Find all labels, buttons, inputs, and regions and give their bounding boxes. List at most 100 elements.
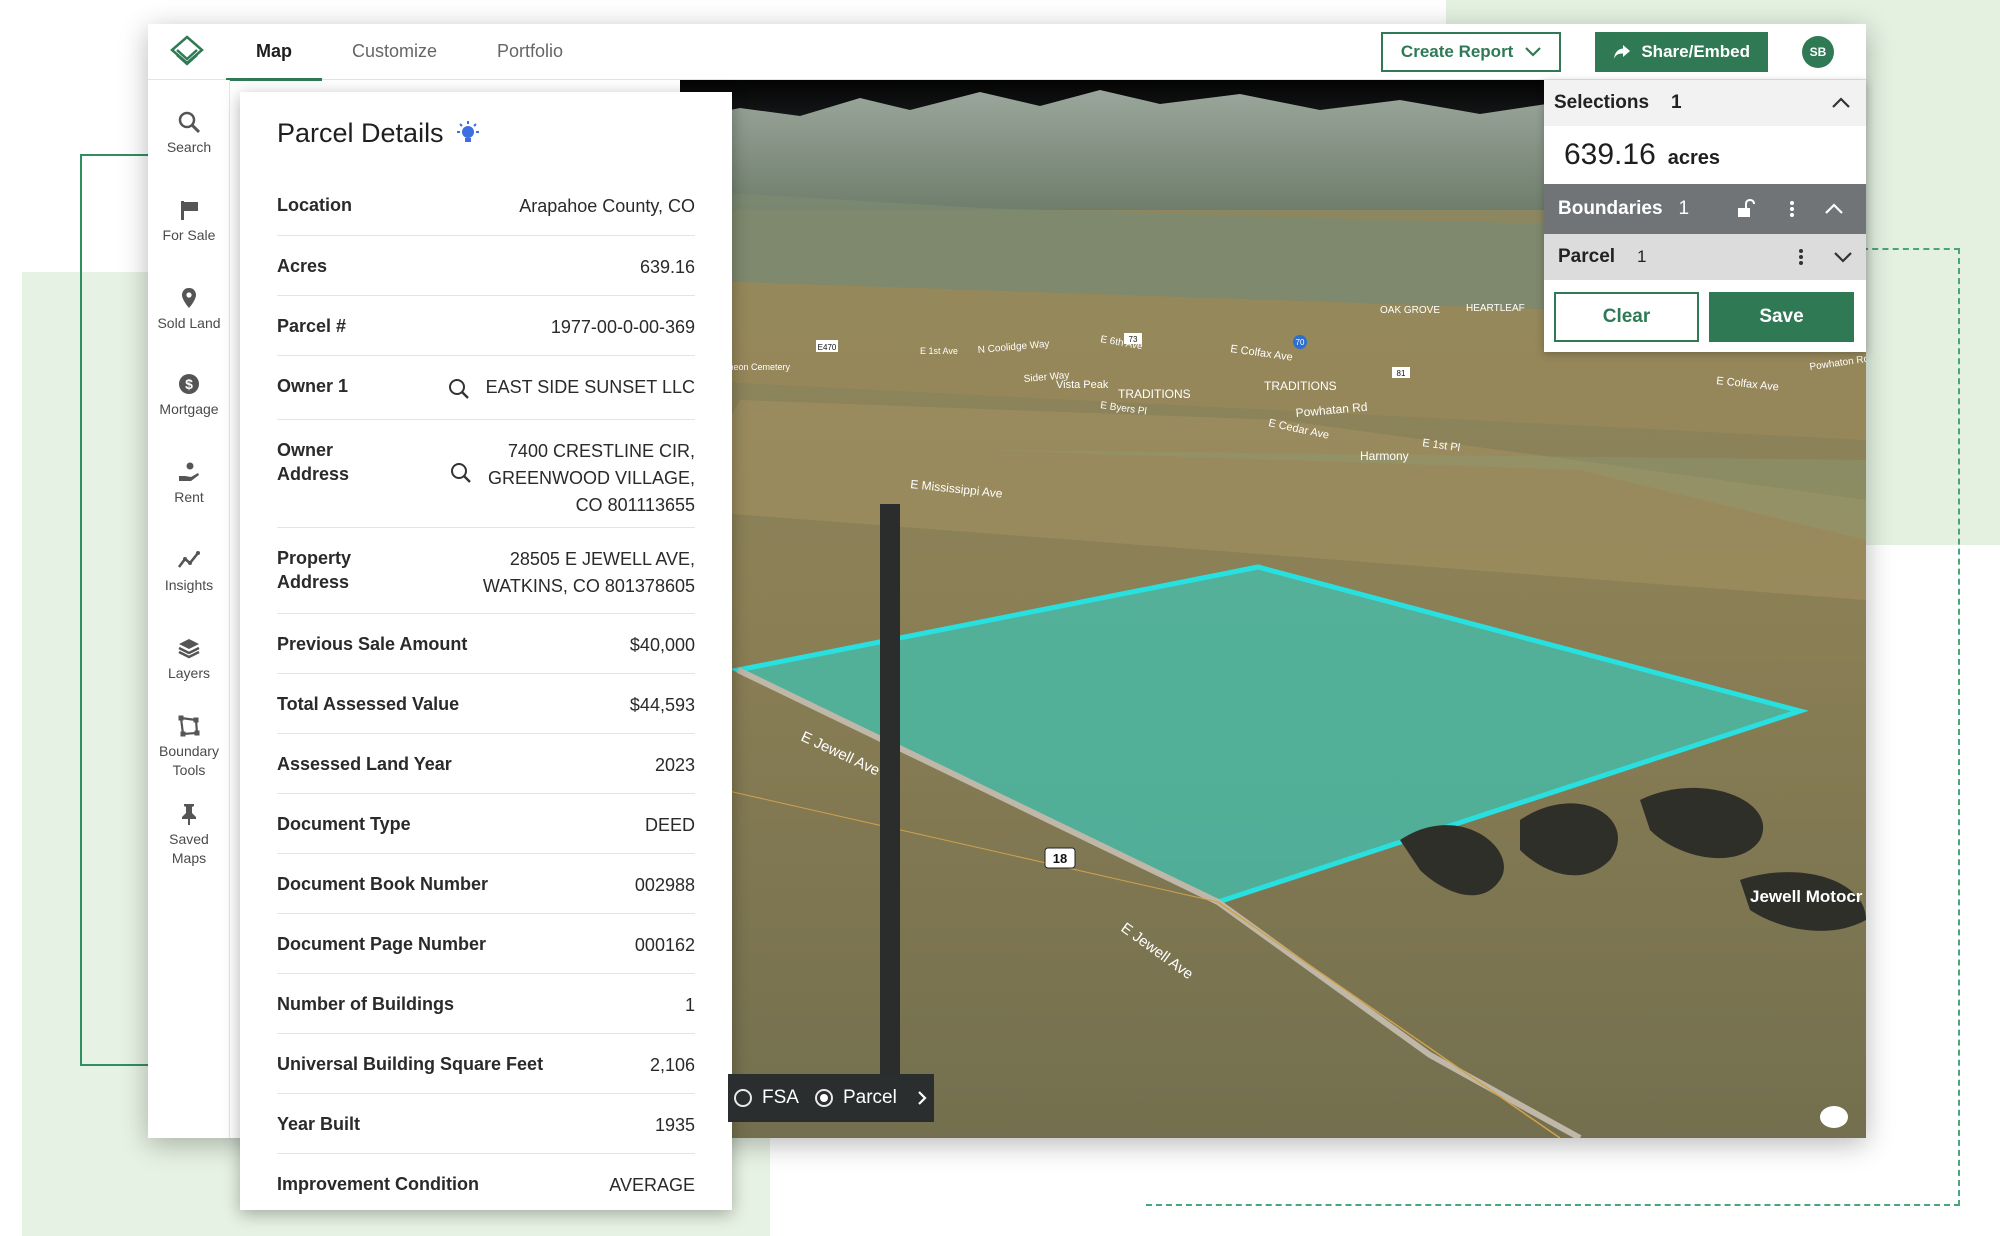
address-line: GREENWOOD VILLAGE,	[487, 468, 695, 488]
create-report-button[interactable]: Create Report	[1380, 31, 1562, 72]
user-avatar[interactable]: SB	[1802, 35, 1834, 68]
sidebar-item-for-sale[interactable]: For Sale	[148, 198, 230, 245]
detail-key: Parcel #	[277, 316, 347, 336]
share-arrow-icon	[1614, 44, 1631, 59]
detail-value: 1935	[654, 1115, 695, 1135]
detail-row-year-built: Year Built 1935	[277, 1094, 695, 1154]
map-toolbar-strip[interactable]	[880, 504, 900, 1084]
svg-text:$: $	[185, 376, 193, 392]
detail-key: Total Assessed Value	[277, 694, 460, 714]
detail-row-owner-address: Owner Address 7400 CRESTLINE CIR, GREENW…	[277, 420, 695, 528]
acres-unit: acres	[1667, 147, 1721, 169]
more-vertical-icon[interactable]	[1798, 248, 1804, 266]
detail-key: Document Book Number	[277, 874, 489, 894]
detail-key: Document Page Number	[277, 934, 487, 954]
boundaries-count: 1	[1678, 198, 1690, 219]
sidebar-item-saved-maps[interactable]: Saved Maps	[148, 802, 230, 868]
selections-panel: Selections 1 639.16 acres Boundaries 1 P…	[1544, 80, 1866, 352]
background-dashed-edge	[1862, 248, 1960, 250]
detail-value: 1977-00-0-00-369	[550, 317, 695, 337]
map-label: Harmony	[1360, 449, 1409, 463]
detail-value: 000162	[634, 935, 695, 955]
map-label: 18	[1053, 851, 1067, 866]
map-label: HEARTLEAF	[1466, 303, 1525, 314]
chevron-up-icon[interactable]	[1832, 97, 1850, 109]
sidebar-item-label: Sold Land	[157, 315, 221, 331]
parcel-radio[interactable]	[814, 1089, 833, 1107]
background-outline-left	[80, 154, 148, 1066]
chevron-down-icon[interactable]	[1834, 251, 1852, 263]
detail-row-document-type: Document Type DEED	[277, 794, 695, 854]
address-line: 7400 CRESTLINE CIR,	[507, 441, 695, 461]
detail-row-location: Location Arapahoe County, CO	[277, 176, 695, 236]
tab-map[interactable]: Map	[226, 24, 322, 81]
detail-value: $40,000	[629, 635, 695, 655]
pin-icon	[182, 288, 196, 308]
sidebar-item-label: Insights	[164, 577, 214, 593]
tab-portfolio[interactable]: Portfolio	[467, 24, 593, 80]
boundaries-label: Boundaries	[1558, 198, 1663, 219]
detail-key: Number of Buildings	[277, 994, 454, 1014]
detail-key: Previous Sale Amount	[277, 634, 468, 654]
detail-row-buildings: Number of Buildings 1	[277, 974, 695, 1034]
share-embed-button[interactable]: Share/Embed	[1595, 31, 1768, 72]
detail-key: Owner 1	[277, 376, 349, 396]
sidebar-item-boundary-tools[interactable]: Boundary Tools	[148, 714, 230, 780]
sidebar-item-label: Rent	[174, 489, 204, 505]
detail-row-page-number: Document Page Number 000162	[277, 914, 695, 974]
clear-button[interactable]: Clear	[1554, 292, 1699, 342]
detail-key: Year Built	[277, 1114, 361, 1134]
detail-row-assessed-year: Assessed Land Year 2023	[277, 734, 695, 794]
detail-key: Owner Address	[277, 438, 349, 527]
tab-customize[interactable]: Customize	[322, 24, 467, 80]
detail-value: 28505 E JEWELL AVE, WATKINS, CO 80137860…	[483, 546, 695, 613]
selections-acres: 639.16 acres	[1544, 126, 1866, 184]
app-logo[interactable]	[148, 24, 226, 80]
detail-row-acres: Acres 639.16	[277, 236, 695, 296]
address-line: 28505 E JEWELL AVE,	[509, 549, 695, 569]
share-embed-label: Share/Embed	[1641, 41, 1750, 61]
dollar-icon: $	[179, 374, 199, 394]
panel-title: Parcel Details	[277, 118, 444, 148]
fsa-radio[interactable]	[734, 1089, 752, 1107]
chevron-right-icon[interactable]	[917, 1090, 927, 1106]
save-button[interactable]: Save	[1709, 292, 1854, 342]
detail-value: AVERAGE	[609, 1175, 695, 1195]
address-line: CO 801113655	[575, 495, 695, 515]
sidebar-item-search[interactable]: Search	[148, 110, 230, 157]
boundaries-row[interactable]: Boundaries 1	[1544, 184, 1866, 234]
selections-title: Selections	[1554, 92, 1650, 113]
detail-key: Improvement Condition	[277, 1174, 479, 1194]
detail-row-square-feet: Universal Building Square Feet 2,106	[277, 1034, 695, 1094]
sidebar-item-insights[interactable]: Insights	[148, 548, 230, 595]
sidebar-item-rent[interactable]: Rent	[148, 460, 230, 507]
detail-value: 2023	[654, 755, 695, 775]
sidebar-item-sold-land[interactable]: Sold Land	[148, 286, 230, 333]
map-label: Jewell Motocr	[1750, 887, 1863, 906]
selections-header[interactable]: Selections 1	[1544, 80, 1866, 126]
layer-option-label: Parcel	[842, 1087, 897, 1108]
lightbulb-icon[interactable]	[454, 120, 482, 148]
map-label: OAK GROVE	[1380, 305, 1440, 316]
map-label: imeon Cemetery	[724, 362, 791, 372]
parcel-row[interactable]: Parcel 1	[1544, 234, 1866, 280]
search-icon[interactable]	[450, 462, 472, 484]
map-label: 73	[1129, 335, 1138, 344]
search-icon[interactable]	[448, 378, 470, 400]
sidebar-item-mortgage[interactable]: $ Mortgage	[148, 372, 230, 419]
selections-actions: Clear Save	[1544, 280, 1866, 342]
detail-key: Assessed Land Year	[277, 754, 452, 774]
address-line: WATKINS, CO 801378605	[482, 576, 695, 596]
more-vertical-icon[interactable]	[1789, 200, 1795, 218]
detail-row-previous-sale: Previous Sale Amount $40,000	[277, 614, 695, 674]
sidebar-item-layers[interactable]: Layers	[148, 636, 230, 683]
owner-value-group: EAST SIDE SUNSET LLC	[448, 374, 695, 419]
detail-value: Arapahoe County, CO	[519, 196, 695, 216]
compass-toggle[interactable]	[1820, 1106, 1848, 1128]
acres-value: 639.16	[1564, 138, 1656, 171]
hand-coin-icon	[179, 462, 199, 481]
unlock-icon[interactable]	[1735, 199, 1756, 219]
map-label: 70	[1296, 338, 1305, 347]
map-label: E470	[818, 343, 837, 352]
chevron-up-icon[interactable]	[1825, 203, 1843, 215]
